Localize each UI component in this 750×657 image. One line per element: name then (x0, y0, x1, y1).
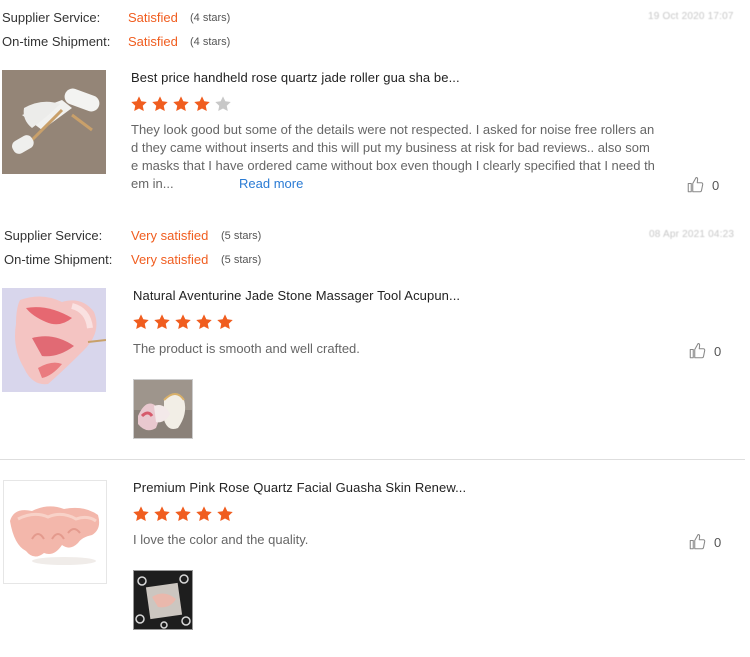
rose-quartz-guasha-image (4, 481, 106, 583)
read-more-link[interactable]: Read more (239, 175, 303, 193)
like-count: 0 (714, 343, 722, 359)
product-title[interactable]: Best price handheld rose quartz jade rol… (131, 70, 460, 85)
star-filled-icon (133, 314, 149, 330)
review-text-line: e masks that I have ordered came without… (131, 158, 655, 173)
gua-sha-stone-image (2, 288, 106, 392)
jade-roller-image (2, 70, 106, 174)
product-thumbnail[interactable] (2, 70, 106, 174)
review-text: I love the color and the quality. (133, 532, 309, 547)
star-filled-icon (152, 96, 168, 112)
like-button[interactable]: 0 (686, 176, 719, 194)
star-rating (132, 505, 234, 523)
star-filled-icon (175, 314, 191, 330)
review-photo-image (134, 380, 192, 438)
on-time-shipment-stars: (4 stars) (190, 36, 231, 48)
star-filled-icon (217, 506, 233, 522)
star-rating (130, 95, 232, 113)
product-thumbnail[interactable] (3, 480, 107, 584)
product-thumbnail[interactable] (2, 288, 106, 392)
review-text-line: d they came without inserts and this wil… (131, 140, 650, 155)
star-filled-icon (196, 314, 212, 330)
on-time-shipment-label: On-time Shipment: (4, 252, 113, 267)
star-filled-icon (217, 314, 233, 330)
star-empty-icon (215, 96, 231, 112)
star-filled-icon (133, 506, 149, 522)
star-filled-icon (154, 506, 170, 522)
review-date: 08 Apr 2021 04:23 (649, 229, 735, 240)
star-filled-icon (154, 314, 170, 330)
review-date: 19 Oct 2020 17:07 (648, 11, 734, 22)
on-time-shipment-label: On-time Shipment: (2, 34, 111, 49)
like-count: 0 (714, 534, 722, 550)
supplier-service-rating: Satisfied (128, 10, 178, 25)
like-count: 0 (712, 177, 720, 193)
star-filled-icon (194, 96, 210, 112)
review-photo[interactable] (133, 570, 193, 630)
star-filled-icon (173, 96, 189, 112)
star-rating (132, 313, 234, 331)
star-filled-icon (196, 506, 212, 522)
supplier-service-rating: Very satisfied (131, 228, 209, 243)
supplier-service-label: Supplier Service: (2, 10, 101, 25)
supplier-service-stars: (4 stars) (190, 12, 231, 24)
thumbs-up-icon (689, 533, 706, 550)
review-text: They look good but some of the details w… (131, 121, 691, 193)
review-text-line: They look good but some of the details w… (131, 122, 655, 137)
thumbs-up-icon (687, 176, 704, 193)
like-button[interactable]: 0 (688, 342, 721, 360)
on-time-shipment-rating: Very satisfied (131, 252, 209, 267)
product-title[interactable]: Natural Aventurine Jade Stone Massager T… (133, 288, 460, 303)
on-time-shipment-rating: Satisfied (128, 34, 178, 49)
review-divider (0, 459, 745, 460)
review-photo[interactable] (133, 379, 193, 439)
like-button[interactable]: 0 (688, 533, 721, 551)
review-text: The product is smooth and well crafted. (133, 341, 360, 356)
supplier-service-label: Supplier Service: (4, 228, 103, 243)
review-photo-image (134, 571, 192, 629)
star-filled-icon (175, 506, 191, 522)
thumbs-up-icon (689, 342, 706, 359)
supplier-service-stars: (5 stars) (221, 230, 262, 242)
review-text-line: em in... (131, 176, 174, 191)
on-time-shipment-stars: (5 stars) (221, 254, 262, 266)
product-title[interactable]: Premium Pink Rose Quartz Facial Guasha S… (133, 480, 466, 495)
star-filled-icon (131, 96, 147, 112)
